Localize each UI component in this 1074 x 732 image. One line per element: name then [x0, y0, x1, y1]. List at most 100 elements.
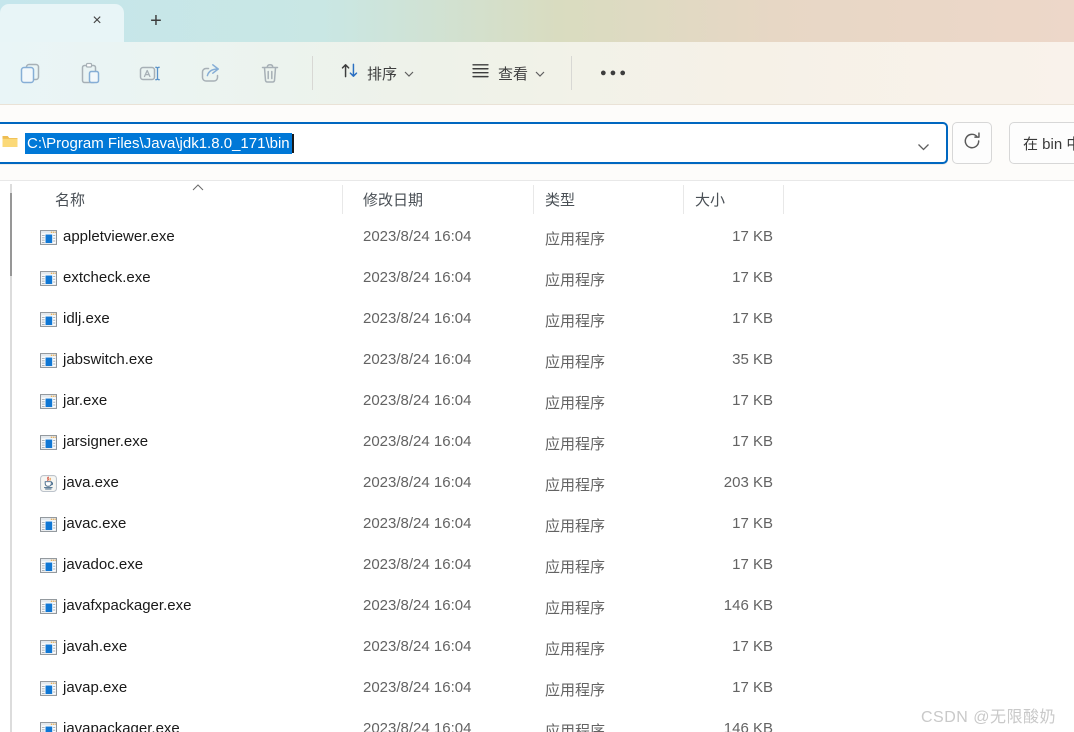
search-placeholder: 在 bin 中 [1023, 133, 1074, 154]
table-row[interactable]: jabswitch.exe 2023/8/24 16:04 应用程序 35 KB [0, 340, 1074, 381]
column-header-name[interactable]: 名称 [55, 189, 85, 210]
file-date: 2023/8/24 16:04 [363, 269, 471, 286]
delete-icon [258, 61, 282, 85]
share-icon [198, 61, 222, 85]
app-window-icon [40, 557, 57, 574]
address-row: C:\Program Files\Java\jdk1.8.0_171\bin 在… [0, 105, 1074, 180]
column-divider[interactable] [533, 185, 534, 214]
app-window-icon [40, 352, 57, 369]
table-row[interactable]: idlj.exe 2023/8/24 16:04 应用程序 17 KB [0, 299, 1074, 340]
file-date: 2023/8/24 16:04 [363, 597, 471, 614]
view-button[interactable]: 查看 [456, 53, 559, 93]
file-date: 2023/8/24 16:04 [363, 433, 471, 450]
file-size: 17 KB [663, 310, 773, 327]
table-row[interactable]: appletviewer.exe 2023/8/24 16:04 应用程序 17… [0, 217, 1074, 258]
file-date: 2023/8/24 16:04 [363, 474, 471, 491]
tab-close-button[interactable]: × [83, 7, 111, 35]
file-name: javah.exe [63, 638, 127, 655]
table-row[interactable]: javadoc.exe 2023/8/24 16:04 应用程序 17 KB [0, 545, 1074, 586]
rename-icon [138, 61, 162, 85]
column-header-type[interactable]: 类型 [545, 189, 575, 210]
app-window-icon [40, 721, 57, 732]
file-list: appletviewer.exe 2023/8/24 16:04 应用程序 17… [0, 217, 1074, 732]
file-size: 17 KB [663, 679, 773, 696]
address-path-selected: C:\Program Files\Java\jdk1.8.0_171\bin [25, 133, 292, 154]
file-size: 146 KB [663, 597, 773, 614]
app-window-icon [40, 434, 57, 451]
column-header-row: 名称 修改日期 类型 大小 [0, 181, 1074, 217]
app-window-icon [40, 680, 57, 697]
file-size: 17 KB [663, 228, 773, 245]
table-row[interactable]: javah.exe 2023/8/24 16:04 应用程序 17 KB [0, 627, 1074, 668]
column-header-date-modified[interactable]: 修改日期 [363, 189, 423, 210]
app-window-icon [40, 229, 57, 246]
file-type: 应用程序 [545, 556, 605, 577]
sort-label: 排序 [367, 63, 397, 84]
file-size: 17 KB [663, 392, 773, 409]
file-type: 应用程序 [545, 392, 605, 413]
new-tab-button[interactable]: + [141, 6, 171, 36]
file-date: 2023/8/24 16:04 [363, 351, 471, 368]
address-bar[interactable]: C:\Program Files\Java\jdk1.8.0_171\bin [0, 122, 948, 164]
toolbar-separator [312, 56, 313, 90]
copy-icon [18, 61, 42, 85]
file-type: 应用程序 [545, 597, 605, 618]
table-row[interactable]: extcheck.exe 2023/8/24 16:04 应用程序 17 KB [0, 258, 1074, 299]
file-name: javap.exe [63, 679, 127, 696]
table-row[interactable]: javapackager.exe 2023/8/24 16:04 应用程序 14… [0, 709, 1074, 732]
sort-icon [339, 60, 360, 86]
delete-button[interactable] [248, 53, 292, 93]
view-icon [470, 60, 491, 86]
file-date: 2023/8/24 16:04 [363, 679, 471, 696]
file-date: 2023/8/24 16:04 [363, 392, 471, 409]
text-caret [292, 134, 294, 153]
app-window-icon [40, 311, 57, 328]
search-input[interactable]: 在 bin 中 [1009, 122, 1074, 164]
table-row[interactable]: javafxpackager.exe 2023/8/24 16:04 应用程序 … [0, 586, 1074, 627]
file-name: javapackager.exe [63, 720, 180, 732]
refresh-button[interactable] [952, 122, 992, 164]
refresh-icon [961, 130, 983, 157]
file-name: idlj.exe [63, 310, 110, 327]
file-name: appletviewer.exe [63, 228, 175, 245]
file-type: 应用程序 [545, 433, 605, 454]
table-row[interactable]: javap.exe 2023/8/24 16:04 应用程序 17 KB [0, 668, 1074, 709]
column-divider[interactable] [783, 185, 784, 214]
chevron-down-icon [535, 64, 545, 82]
watermark-text: CSDN @无限酸奶 [921, 703, 1056, 727]
sort-ascending-icon [192, 178, 204, 196]
column-divider[interactable] [683, 185, 684, 214]
table-row[interactable]: jarsigner.exe 2023/8/24 16:04 应用程序 17 KB [0, 422, 1074, 463]
file-name: javac.exe [63, 515, 126, 532]
file-date: 2023/8/24 16:04 [363, 720, 471, 732]
share-button[interactable] [188, 53, 232, 93]
file-name: extcheck.exe [63, 269, 151, 286]
paste-icon [78, 61, 102, 85]
file-type: 应用程序 [545, 269, 605, 290]
table-row[interactable]: javac.exe 2023/8/24 16:04 应用程序 17 KB [0, 504, 1074, 545]
app-window-icon [40, 270, 57, 287]
sort-button[interactable]: 排序 [325, 53, 428, 93]
copy-button[interactable] [8, 53, 52, 93]
column-header-size[interactable]: 大小 [695, 189, 725, 210]
file-type: 应用程序 [545, 351, 605, 372]
rename-button[interactable] [128, 53, 172, 93]
table-row[interactable]: java.exe 2023/8/24 16:04 应用程序 203 KB [0, 463, 1074, 504]
file-date: 2023/8/24 16:04 [363, 556, 471, 573]
file-name: javadoc.exe [63, 556, 143, 573]
file-name: jarsigner.exe [63, 433, 148, 450]
app-window-icon [40, 639, 57, 656]
column-divider[interactable] [342, 185, 343, 214]
more-options-button[interactable]: ●●● [584, 53, 645, 93]
table-row[interactable]: jar.exe 2023/8/24 16:04 应用程序 17 KB [0, 381, 1074, 422]
file-type: 应用程序 [545, 474, 605, 495]
view-label: 查看 [498, 63, 528, 84]
file-date: 2023/8/24 16:04 [363, 638, 471, 655]
file-size: 35 KB [663, 351, 773, 368]
address-dropdown-chevron-icon[interactable] [917, 138, 930, 156]
file-size: 17 KB [663, 638, 773, 655]
file-size: 17 KB [663, 433, 773, 450]
app-window-icon [40, 516, 57, 533]
paste-button[interactable] [68, 53, 112, 93]
file-type: 应用程序 [545, 720, 605, 732]
